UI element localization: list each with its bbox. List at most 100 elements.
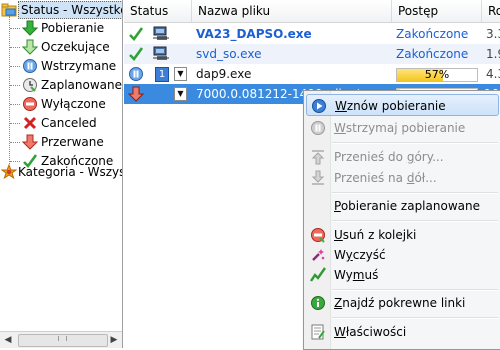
menu-item-label: Przenieś do <box>334 150 407 164</box>
file-status: Zakończone <box>396 27 469 41</box>
pause-circle-icon <box>310 120 326 136</box>
menu-force[interactable]: Wymuś <box>306 264 499 286</box>
scroll-right-icon[interactable]: ▶ <box>106 332 122 348</box>
network-computer-icon <box>152 46 170 66</box>
properties-icon <box>310 324 326 340</box>
tree-item-label: Przerwane <box>41 135 104 149</box>
tree-horizontal-scrollbar[interactable]: ◀ ▶ <box>0 331 122 348</box>
menu-item-label: znów pobieranie <box>346 99 446 113</box>
file-status: Zakończone <box>396 47 469 61</box>
tree-item-label: Pobieranie <box>41 21 105 35</box>
red-x-icon <box>22 115 38 131</box>
move-up-icon <box>310 149 326 165</box>
menu-item-label: W <box>334 248 346 262</box>
completed-check-icon <box>128 26 144 46</box>
menu-mnemonic: y <box>345 248 353 262</box>
menu-remove-from-queue[interactable]: Usuń z kolejki <box>306 224 499 246</box>
file-name: dap9.exe <box>196 67 252 81</box>
file-size: 4.3 <box>486 67 500 81</box>
tree-item-downloading[interactable]: Pobieranie <box>0 18 122 38</box>
menu-item-label: Wy <box>334 268 353 282</box>
menu-clear[interactable]: Wyczyść <box>306 244 499 266</box>
menu-item-label: obieranie zaplanowane <box>340 199 480 213</box>
tree-item-label: Wstrzymane <box>41 59 117 73</box>
move-down-icon <box>310 170 326 186</box>
green-down-arrow-icon <box>21 20 39 36</box>
tree-item-canceled[interactable]: Canceled <box>0 113 122 133</box>
tree-root-label: Status - Wszystko <box>18 1 122 19</box>
file-name: svd_so.exe <box>196 47 262 61</box>
menu-item-label: suń z kolejki <box>342 228 417 242</box>
menu-mnemonic: Z <box>334 296 343 310</box>
tree-item-label: Oczekujące <box>41 40 110 54</box>
menu-move-up[interactable]: Przenieś do góry... <box>306 146 499 168</box>
pause-circle-icon <box>22 58 38 74</box>
column-filename[interactable]: Nazwa pliku <box>192 0 392 22</box>
disabled-icon <box>22 96 38 112</box>
tree-category-label: Kategoria - Wszystk <box>18 165 122 179</box>
tree-item-interrupted[interactable]: Przerwane <box>0 132 122 152</box>
completed-check-icon <box>128 46 144 66</box>
column-size[interactable]: Roz <box>482 0 500 22</box>
category-star-icon <box>0 163 18 180</box>
menu-scheduled-download[interactable]: Pobieranie zaplanowane <box>306 195 499 217</box>
menu-mnemonic: U <box>334 228 343 242</box>
row-dropdown-icon[interactable]: ▼ <box>174 87 187 101</box>
menu-resume-download[interactable]: Wznów pobieranie <box>306 94 499 116</box>
menu-move-down[interactable]: Przenieś na dół... <box>306 167 499 189</box>
progress-text: 57% <box>424 68 450 81</box>
menu-item-label: Przenieś na <box>334 171 407 185</box>
menu-item-label: najdź pokrewne linki <box>342 296 466 310</box>
context-menu: Wznów pobieranie Wstrzymaj pobieranie Pr… <box>303 90 500 350</box>
tree-item-label: Canceled <box>41 116 97 130</box>
progress-bar: 57% <box>396 68 478 82</box>
play-circle-icon <box>311 98 327 114</box>
tree-item-scheduled[interactable]: Zaplanowane <box>0 75 122 95</box>
tree-item-disabled[interactable]: Wyłączone <box>0 94 122 114</box>
tree-root-category-all[interactable]: Kategoria - Wszystk <box>0 162 122 182</box>
menu-mnemonic: W <box>334 121 346 135</box>
file-size: 1.9 <box>486 47 500 61</box>
tree-item-waiting[interactable]: Oczekujące <box>0 37 122 57</box>
pause-circle-icon <box>128 66 144 86</box>
clear-sparkle-icon <box>310 247 326 263</box>
menu-find-related-links[interactable]: Znajdź pokrewne linki <box>306 292 499 314</box>
network-computer-icon <box>152 26 170 46</box>
red-down-arrow-icon <box>21 134 39 150</box>
menu-mnemonic: m <box>352 268 365 282</box>
menu-mnemonic: W <box>335 99 347 113</box>
menu-item-label: czyść <box>352 248 386 262</box>
queue-number: 1 <box>155 67 169 82</box>
column-progress[interactable]: Postęp <box>392 0 482 22</box>
tree-item-paused[interactable]: Wstrzymane <box>0 56 122 76</box>
info-circle-icon <box>310 295 326 311</box>
menu-item-label: uś <box>364 268 379 282</box>
file-size: 3.3 <box>486 27 500 41</box>
green-down-arrow-outline-icon <box>21 39 39 55</box>
table-row[interactable]: VA23_DAPSO.exe Zakończone 3.3 <box>124 24 500 44</box>
schedule-icon <box>22 77 38 93</box>
tree-item-label: Zaplanowane <box>41 78 122 92</box>
list-header: Status Nazwa pliku Postęp Roz <box>124 0 500 23</box>
row-dropdown-icon[interactable]: ▼ <box>174 67 187 81</box>
scroll-left-icon[interactable]: ◀ <box>0 332 16 348</box>
force-check-icon <box>310 267 326 283</box>
tree-root-status-all[interactable]: Status - Wszystko <box>0 0 122 20</box>
file-name: VA23_DAPSO.exe <box>196 27 312 41</box>
status-tree-panel: Status - Wszystko Pobieranie Oczekujące … <box>0 0 123 348</box>
folder-status-icon <box>1 2 17 18</box>
menu-item-label: ół... <box>414 171 437 185</box>
menu-properties[interactable]: Właściwości <box>306 321 499 343</box>
menu-mnemonic: P <box>334 199 341 213</box>
column-status[interactable]: Status <box>124 0 192 22</box>
menu-item-label: łaściwości <box>345 325 407 339</box>
table-row[interactable]: 1 ▼ dap9.exe 57% 4.3 <box>124 64 500 84</box>
menu-item-label: óry... <box>414 150 444 164</box>
remove-queue-icon <box>310 227 326 243</box>
menu-mnemonic: W <box>334 325 346 339</box>
tree-item-label: Wyłączone <box>41 97 106 111</box>
table-row[interactable]: svd_so.exe Zakończone 1.9 <box>124 44 500 64</box>
red-down-arrow-icon <box>128 86 144 106</box>
menu-pause-download[interactable]: Wstrzymaj pobieranie <box>306 117 499 139</box>
menu-item-label: strzymaj pobieranie <box>345 121 466 135</box>
